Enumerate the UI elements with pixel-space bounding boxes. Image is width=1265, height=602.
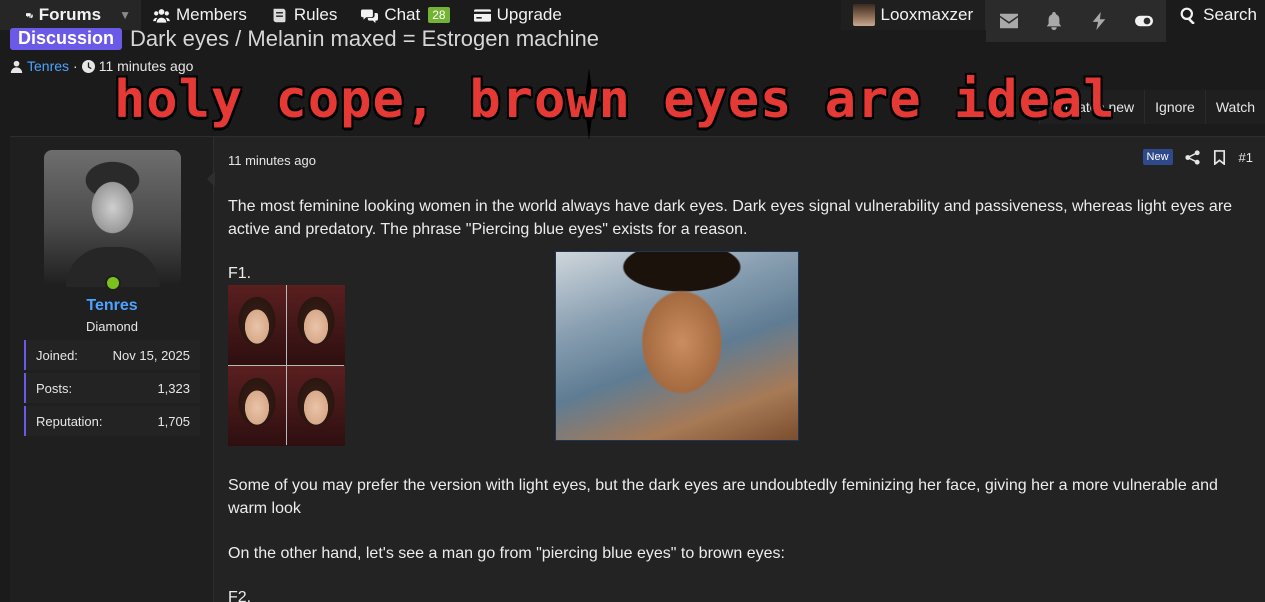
user-icon (10, 60, 23, 73)
nav-members[interactable]: Members (141, 0, 259, 30)
post: Tenres Diamond Joined: Nov 15, 2025 Post… (10, 136, 1265, 602)
nav-upgrade-label: Upgrade (496, 5, 562, 24)
ignore-button[interactable]: Ignore (1144, 90, 1205, 124)
stat-reputation: Reputation: 1,705 (24, 406, 200, 436)
face-thumbnail (228, 366, 286, 446)
chat-icon (361, 9, 379, 23)
stat-value: 1,705 (157, 413, 190, 429)
clock-icon (81, 59, 95, 73)
chat-count-badge: 28 (428, 7, 450, 23)
search-button[interactable]: Search (1166, 0, 1265, 30)
figure-label: F1. (228, 265, 252, 282)
toggle-icon (1134, 15, 1153, 27)
new-badge: New (1142, 149, 1173, 165)
nav-right: Looxmaxzer Search (840, 0, 1265, 42)
thread-title-text: Dark eyes / Melanin maxed = Estrogen mac… (130, 28, 599, 50)
nav-chat[interactable]: Chat 28 (349, 0, 461, 30)
meme-caption: holy cope, brown eyes are ideal (114, 70, 1116, 130)
bell-icon (1046, 12, 1061, 30)
stat-posts: Posts: 1,323 (24, 373, 200, 403)
post-paragraph: The most feminine looking women in the w… (228, 198, 1233, 238)
figure-label: F2. (228, 589, 252, 602)
rules-icon (273, 8, 286, 22)
inbox-button[interactable] (986, 0, 1032, 42)
stat-value: Nov 15, 2025 (112, 347, 190, 363)
embedded-photo[interactable] (555, 251, 799, 441)
face-thumbnail (287, 366, 345, 446)
nav-forums-label: Forums (38, 5, 102, 24)
watch-button[interactable]: Watch (1204, 90, 1265, 124)
thread-title: Discussion Dark eyes / Melanin maxed = E… (10, 28, 599, 50)
nav-rules[interactable]: Rules (259, 0, 349, 30)
stat-joined: Joined: Nov 15, 2025 (24, 340, 200, 370)
share-icon[interactable] (1184, 149, 1200, 165)
avatar[interactable] (44, 150, 181, 287)
nav-forums[interactable]: Forums ▼ (0, 0, 141, 30)
alerts-button[interactable] (1031, 0, 1077, 42)
nav-upgrade[interactable]: Upgrade (462, 0, 574, 30)
forums-icon (26, 12, 33, 19)
nav-chat-label: Chat (384, 5, 421, 24)
upgrade-icon (473, 8, 491, 22)
post-paragraph: Some of you may prefer the version with … (228, 477, 1218, 517)
stat-label: Reputation: (36, 413, 103, 429)
face-thumbnail (287, 285, 345, 365)
meta-separator: · (73, 58, 78, 74)
thread-prefix-badge[interactable]: Discussion (10, 28, 123, 50)
avatar (852, 4, 875, 26)
account-username: Looxmaxzer (880, 5, 974, 24)
search-label: Search (1203, 5, 1257, 24)
post-body: 11 minutes ago New #1 The most feminine … (228, 137, 1265, 602)
thread-author-link[interactable]: Tenres (27, 58, 69, 74)
mail-icon (999, 13, 1018, 29)
face-thumbnail (228, 285, 286, 365)
user-title: Diamond (85, 319, 139, 334)
stat-label: Joined: (36, 347, 78, 363)
post-paragraph: On the other hand, let's see a man go fr… (228, 545, 785, 562)
nav-members-label: Members (176, 5, 247, 24)
online-indicator (105, 275, 121, 291)
stat-label: Posts: (36, 380, 73, 396)
post-user-cell: Tenres Diamond Joined: Nov 15, 2025 Post… (10, 137, 215, 602)
nav-rules-label: Rules (293, 5, 338, 24)
top-nav: Forums ▼ Members Rules Chat 28 Upgrade L… (0, 0, 1265, 42)
search-icon (1180, 7, 1195, 24)
bolt-icon (1092, 12, 1105, 30)
bookmark-icon[interactable] (1212, 149, 1227, 165)
account-menu[interactable]: Looxmaxzer (840, 0, 987, 30)
members-icon (153, 8, 170, 23)
post-tools: New #1 (1142, 149, 1253, 165)
post-number[interactable]: #1 (1239, 150, 1253, 165)
chevron-down-icon[interactable]: ▼ (119, 8, 131, 22)
face-comparison-image[interactable] (228, 285, 345, 446)
post-time[interactable]: 11 minutes ago (228, 153, 316, 168)
whats-new-button[interactable] (1076, 0, 1122, 42)
style-toggle[interactable] (1121, 0, 1167, 42)
message-arrow (207, 171, 215, 187)
stat-value: 1,323 (157, 380, 190, 396)
post-username[interactable]: Tenres (10, 297, 214, 315)
